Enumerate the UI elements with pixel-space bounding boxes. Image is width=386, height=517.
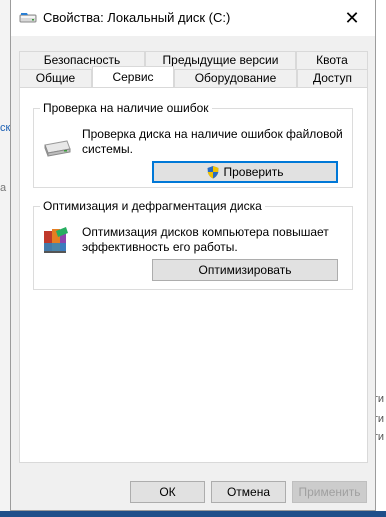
properties-dialog: Свойства: Локальный диск (C:) ✕ Безопасн… bbox=[10, 0, 376, 511]
tab-row-top: Безопасность Предыдущие версии Квота bbox=[19, 51, 368, 69]
uac-shield-icon bbox=[207, 166, 219, 179]
defrag-icon bbox=[44, 227, 68, 253]
error-check-title: Проверка на наличие ошибок bbox=[40, 101, 212, 115]
ok-button[interactable]: ОК bbox=[130, 481, 205, 503]
tab-hardware[interactable]: Оборудование bbox=[174, 69, 297, 87]
optimize-description: Оптимизация дисков компьютера повышает э… bbox=[82, 225, 329, 254]
apply-button-label: Применить bbox=[298, 485, 361, 499]
taskbar-strip bbox=[0, 511, 386, 517]
optimize-button-label: Оптимизировать bbox=[198, 263, 292, 277]
apply-button[interactable]: Применить bbox=[292, 481, 367, 503]
close-icon: ✕ bbox=[344, 7, 360, 28]
tab-service[interactable]: Сервис bbox=[92, 66, 174, 87]
tab-row-bottom: Общие Сервис Оборудование Доступ bbox=[19, 66, 368, 87]
tab-page-service: Проверка на наличие ошибок Проверка диск… bbox=[19, 87, 368, 463]
optimize-group: Оптимизация и дефрагментация диска Оптим… bbox=[33, 199, 353, 290]
drive-icon bbox=[44, 140, 71, 157]
error-check-group: Проверка на наличие ошибок Проверка диск… bbox=[33, 101, 353, 188]
error-check-description: Проверка диска на наличие ошибок файлово… bbox=[82, 127, 343, 156]
window-title: Свойства: Локальный диск (C:) bbox=[43, 10, 231, 25]
tab-quota[interactable]: Квота bbox=[296, 51, 368, 69]
check-button-label: Проверить bbox=[223, 165, 284, 179]
drive-title-icon bbox=[19, 13, 37, 23]
ok-button-label: ОК bbox=[159, 485, 176, 499]
close-button[interactable]: ✕ bbox=[329, 0, 375, 36]
optimize-button[interactable]: Оптимизировать bbox=[152, 259, 338, 281]
check-button[interactable]: Проверить bbox=[152, 161, 338, 183]
title-bar: Свойства: Локальный диск (C:) ✕ bbox=[11, 0, 375, 36]
tab-general[interactable]: Общие bbox=[19, 69, 92, 87]
cancel-button[interactable]: Отмена bbox=[211, 481, 286, 503]
optimize-title: Оптимизация и дефрагментация диска bbox=[40, 199, 265, 213]
tab-sharing[interactable]: Доступ bbox=[297, 69, 368, 87]
cancel-button-label: Отмена bbox=[226, 485, 271, 499]
